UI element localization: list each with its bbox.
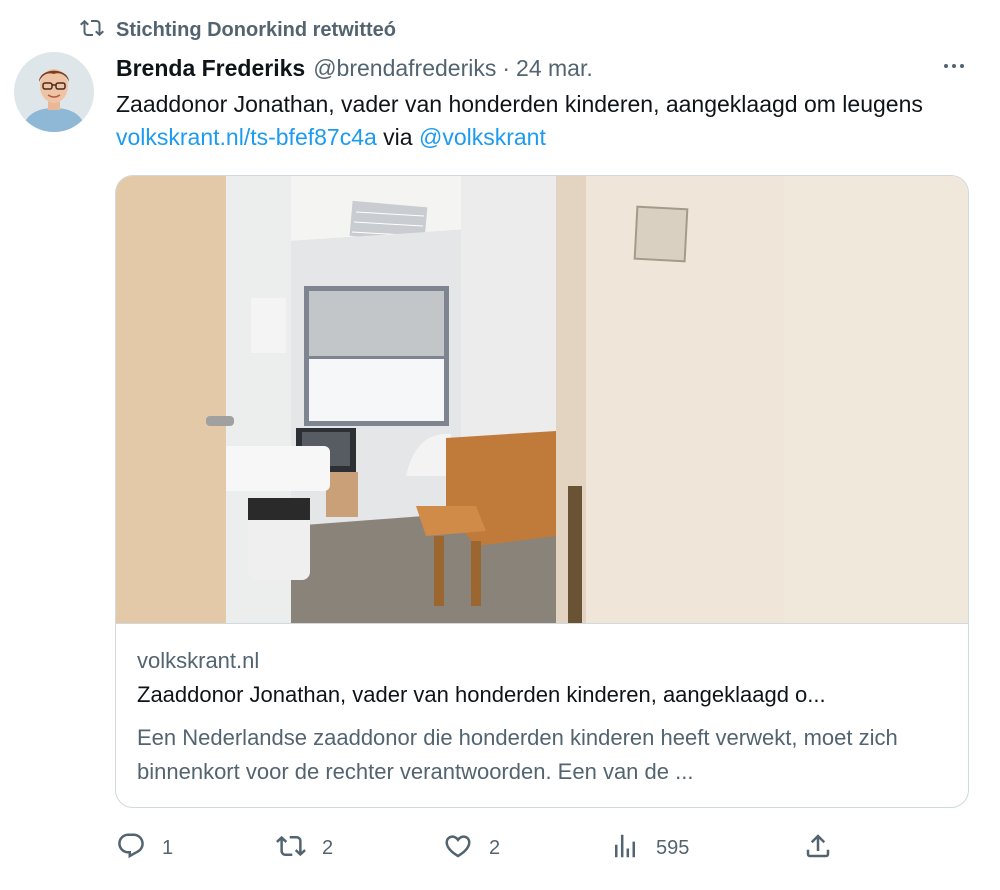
views-count: 595 [656, 836, 690, 859]
retweet-count: 2 [322, 836, 334, 859]
article-link[interactable]: volkskrant.nl/ts-bfef87c4a [116, 124, 377, 150]
link-card[interactable]: volkskrant.nl Zaaddonor Jonathan, vader … [115, 175, 969, 808]
card-photo [116, 176, 968, 623]
reply-icon [116, 831, 146, 866]
tweet-text-body: Zaaddonor Jonathan, vader van honderden … [116, 91, 923, 117]
views-icon [610, 831, 640, 866]
author-name[interactable]: Brenda Frederiks [116, 55, 305, 82]
reply-button[interactable]: 1 [116, 828, 173, 868]
share-icon [803, 831, 833, 866]
retweet-icon [80, 16, 104, 45]
tweet-header: Brenda Frederiks @brendafrederiks · 24 m… [116, 50, 593, 86]
avatar-photo [14, 52, 94, 132]
share-button[interactable] [803, 828, 833, 868]
retweet-button[interactable]: 2 [276, 828, 333, 868]
author-handle[interactable]: @brendafrederiks [313, 55, 496, 82]
retweet-label[interactable]: Stichting Donorkind retwitteó [116, 19, 396, 42]
separator-dot: · [502, 54, 511, 81]
mention-link[interactable]: @volkskrant [419, 124, 546, 150]
card-description[interactable]: Een Nederlandse zaaddonor die honderden … [137, 721, 952, 789]
card-title[interactable]: Zaaddonor Jonathan, vader van honderden … [137, 682, 952, 708]
card-image[interactable] [116, 176, 968, 624]
via-text: via [376, 124, 419, 150]
like-count: 2 [489, 836, 501, 859]
retweet-icon [276, 831, 306, 866]
more-button[interactable] [932, 52, 976, 84]
card-domain[interactable]: volkskrant.nl [137, 648, 259, 674]
retweet-banner[interactable]: Stichting Donorkind retwitteó [80, 14, 396, 46]
views-button[interactable]: 595 [610, 828, 689, 868]
like-button[interactable]: 2 [443, 828, 500, 868]
tweet-date[interactable]: 24 mar. [516, 55, 593, 82]
avatar[interactable] [14, 52, 94, 132]
heart-icon [443, 831, 473, 866]
reply-count: 1 [162, 836, 174, 859]
more-icon [942, 54, 966, 83]
tweet-text: Zaaddonor Jonathan, vader van honderden … [116, 88, 976, 154]
